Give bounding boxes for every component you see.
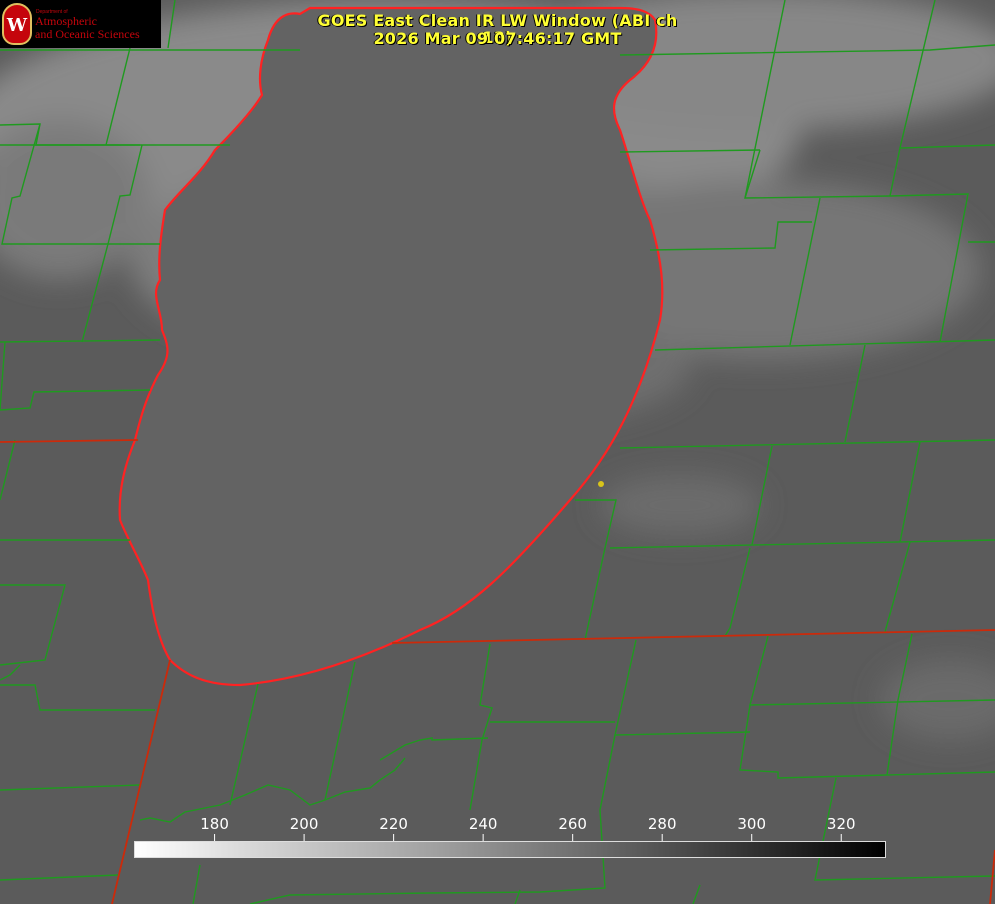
- colorbar-tick-label: 200: [289, 815, 319, 833]
- uw-aos-logo: W Department of Atmospheric and Oceanic …: [0, 0, 161, 48]
- colorbar-tick-label: 300: [737, 815, 767, 833]
- image-timestamp: 2026 Mar 09 07:46:17 GMT: [373, 29, 622, 48]
- station-marker: [598, 481, 604, 487]
- satellite-image-viewer: W Department of Atmospheric and Oceanic …: [0, 0, 995, 904]
- colorbar: [134, 841, 886, 858]
- uw-seal-icon: W: [2, 3, 32, 45]
- colorbar-tick-label: 220: [379, 815, 408, 833]
- colorbar-tick-label: 320: [826, 815, 856, 833]
- colorbar-tick-label: 180: [200, 815, 229, 833]
- colorbar-tick-label: 280: [647, 815, 677, 833]
- ir-satellite-map: [0, 0, 995, 904]
- colorbar-tick-label: 260: [558, 815, 587, 833]
- colorbar-tick-label: 240: [468, 815, 498, 833]
- logo-name-line2: and Oceanic Sciences: [35, 27, 140, 41]
